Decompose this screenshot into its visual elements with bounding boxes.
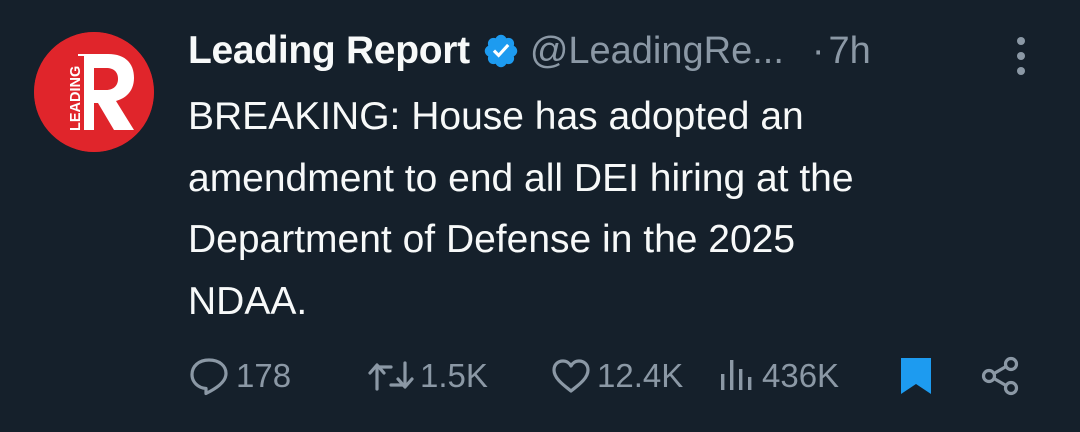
leading-report-logo: LEADING [34, 32, 154, 152]
retweet-icon [366, 356, 416, 396]
retweet-button[interactable]: 1.5K [366, 346, 488, 406]
share-button[interactable] [978, 346, 1024, 406]
bookmark-icon [898, 355, 934, 397]
tweet-text-line: Department of Defense in the 2025 [188, 218, 796, 261]
tweet-text-line: BREAKING: House has adopted an [188, 95, 804, 138]
like-count: 12.4K [597, 357, 684, 394]
tweet-text-line: NDAA. [188, 279, 308, 323]
avatar[interactable]: LEADING [34, 32, 154, 152]
more-vertical-icon[interactable] [1006, 34, 1036, 78]
tweet-text-line: amendment to end all DEI hiring at the [188, 156, 854, 200]
tweet-actions: 178 1.5K 12.4K 436K [0, 346, 1080, 406]
views-button[interactable]: 436K [718, 346, 839, 406]
views-icon [718, 356, 758, 396]
bookmark-button[interactable] [898, 346, 934, 406]
display-name[interactable]: Leading Report [188, 29, 470, 73]
post-time[interactable]: 7h [829, 30, 871, 73]
heart-icon [549, 356, 593, 396]
time-separator: · [811, 29, 825, 72]
avatar-logo-text: LEADING [68, 66, 84, 131]
views-count: 436K [762, 357, 840, 394]
tweet-text: BREAKING: House has adopted an amendment… [188, 86, 1018, 332]
verified-badge-icon[interactable] [482, 32, 520, 70]
tweet-card[interactable]: LEADING Leading Report @LeadingRe... · 7… [0, 0, 1080, 432]
retweet-count: 1.5K [420, 357, 488, 394]
reply-icon [188, 356, 232, 396]
reply-button[interactable]: 178 [188, 346, 291, 406]
share-icon [978, 355, 1024, 397]
user-handle[interactable]: @LeadingRe... [530, 30, 784, 73]
reply-count: 178 [236, 357, 292, 394]
tweet-header: Leading Report @LeadingRe... · 7h [188, 26, 1048, 76]
like-button[interactable]: 12.4K [549, 346, 683, 406]
